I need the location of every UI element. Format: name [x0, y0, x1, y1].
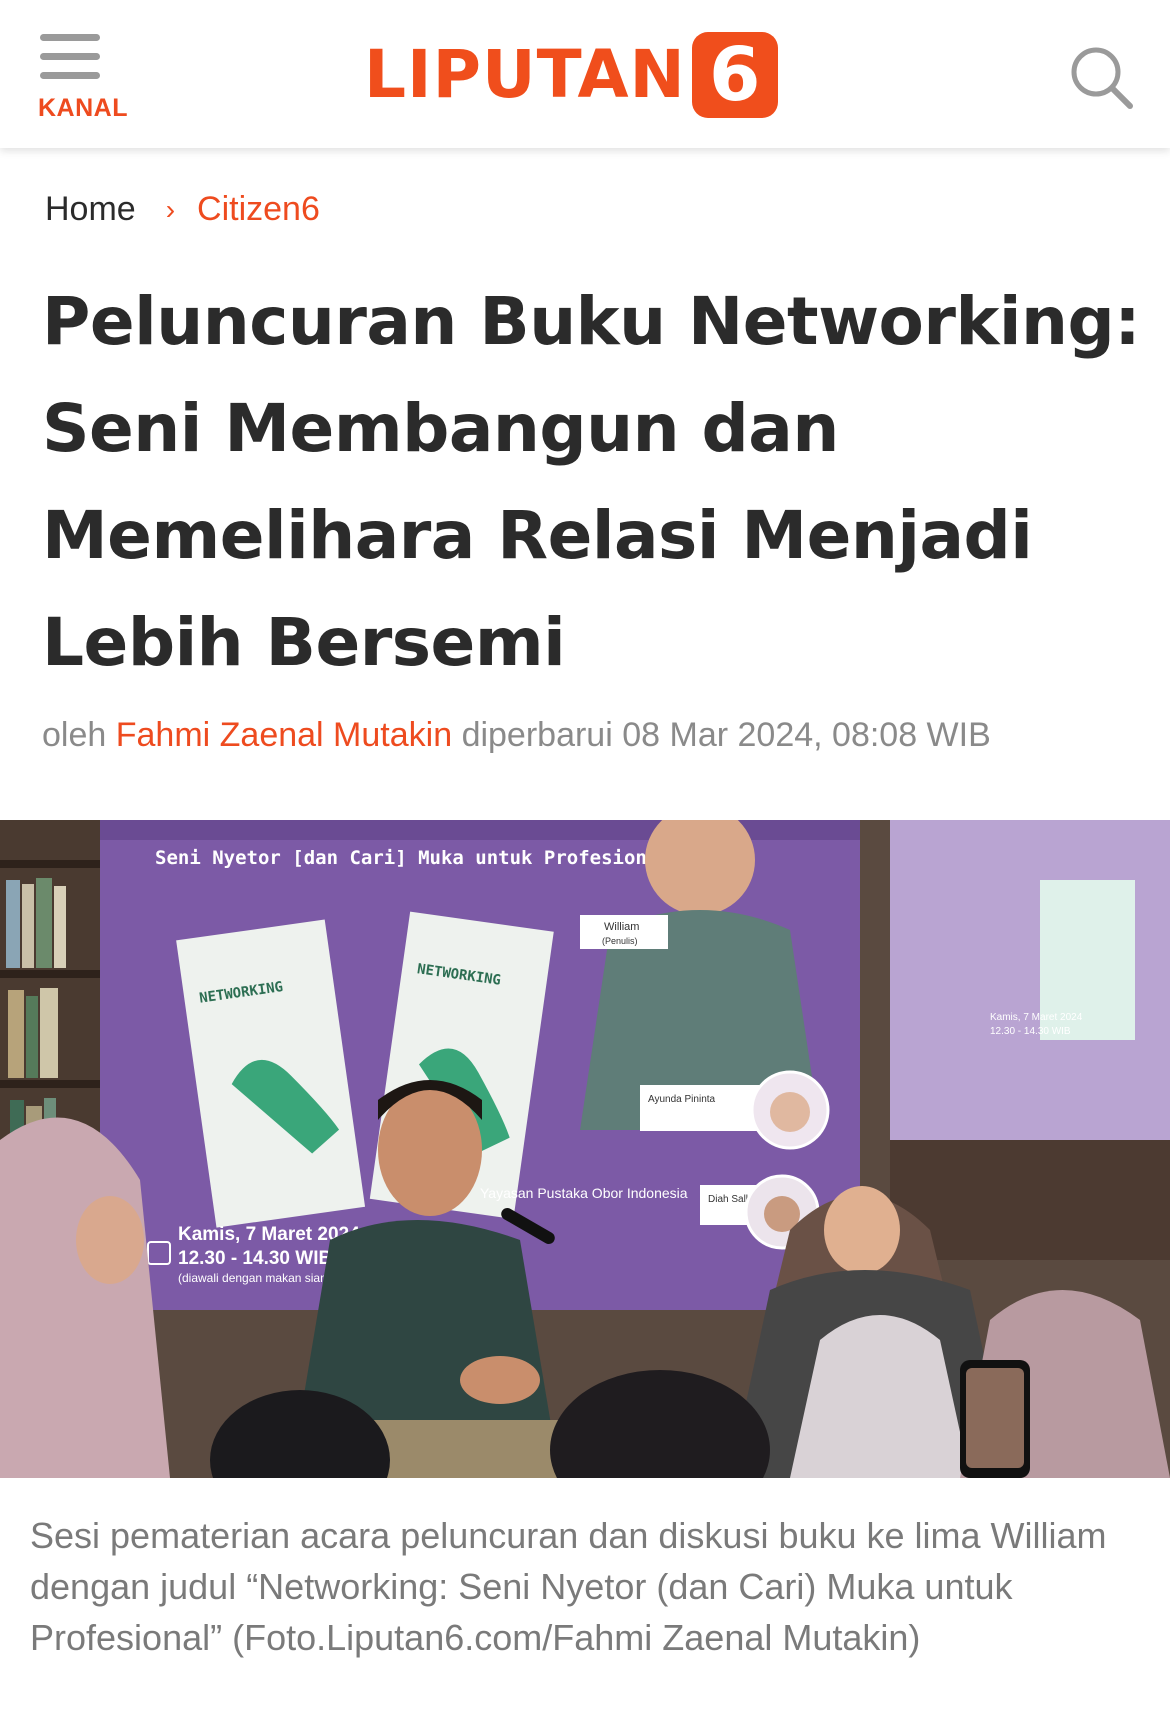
- site-logo[interactable]: LIPUTAN 6: [364, 32, 778, 118]
- article-photo[interactable]: Seni Nyetor [dan Cari] Muka untuk Profes…: [0, 820, 1170, 1478]
- logo-text: LIPUTAN: [364, 36, 686, 113]
- breadcrumb-home-link[interactable]: Home: [45, 190, 136, 229]
- svg-text:Yayasan Pustaka Obor Indonesia: Yayasan Pustaka Obor Indonesia: [480, 1185, 688, 1201]
- article-byline: oleh Fahmi Zaenal Mutakin diperbarui 08 …: [42, 716, 991, 755]
- author-link[interactable]: Fahmi Zaenal Mutakin: [116, 716, 452, 754]
- svg-text:(Penulis): (Penulis): [602, 936, 638, 946]
- banner-subtitle: Seni Nyetor [dan Cari] Muka untuk Profes…: [155, 847, 670, 869]
- logo-badge: 6: [691, 32, 778, 118]
- kanal-label: KANAL: [38, 94, 128, 122]
- updated-time: 08 Mar 2024, 08:08 WIB: [622, 716, 991, 754]
- article-title: Peluncuran Buku Networking: Seni Membang…: [42, 283, 1141, 681]
- search-icon[interactable]: [1068, 44, 1134, 110]
- svg-text:Ayunda Pininta: Ayunda Pininta: [648, 1094, 716, 1105]
- breadcrumb-separator-icon: ›: [165, 193, 176, 225]
- byline-prefix: oleh: [42, 716, 107, 754]
- photo-caption: Sesi pematerian acara peluncuran dan dis…: [30, 1515, 1107, 1658]
- svg-text:12.30 - 14.30 WIB: 12.30 - 14.30 WIB: [178, 1248, 332, 1269]
- breadcrumb-category-link[interactable]: Citizen6: [197, 190, 320, 229]
- svg-text:(diawali dengan makan siang): (diawali dengan makan siang): [178, 1271, 337, 1285]
- top-header: KANAL LIPUTAN 6: [0, 0, 1170, 148]
- projection-screen: Kamis, 7 Maret 2024 12.30 - 14.30 WIB: [890, 820, 1170, 1260]
- kanal-menu-button[interactable]: KANAL: [36, 30, 136, 125]
- hamburger-icon[interactable]: [40, 34, 100, 80]
- breadcrumb: Home › Citizen6: [45, 190, 320, 229]
- updated-label: diperbarui: [461, 716, 613, 754]
- svg-text:William: William: [604, 921, 639, 933]
- svg-text:Kamis, 7 Maret 2024: Kamis, 7 Maret 2024: [990, 1012, 1083, 1023]
- svg-text:12.30 - 14.30 WIB: 12.30 - 14.30 WIB: [990, 1026, 1071, 1037]
- search-button[interactable]: [1068, 44, 1134, 110]
